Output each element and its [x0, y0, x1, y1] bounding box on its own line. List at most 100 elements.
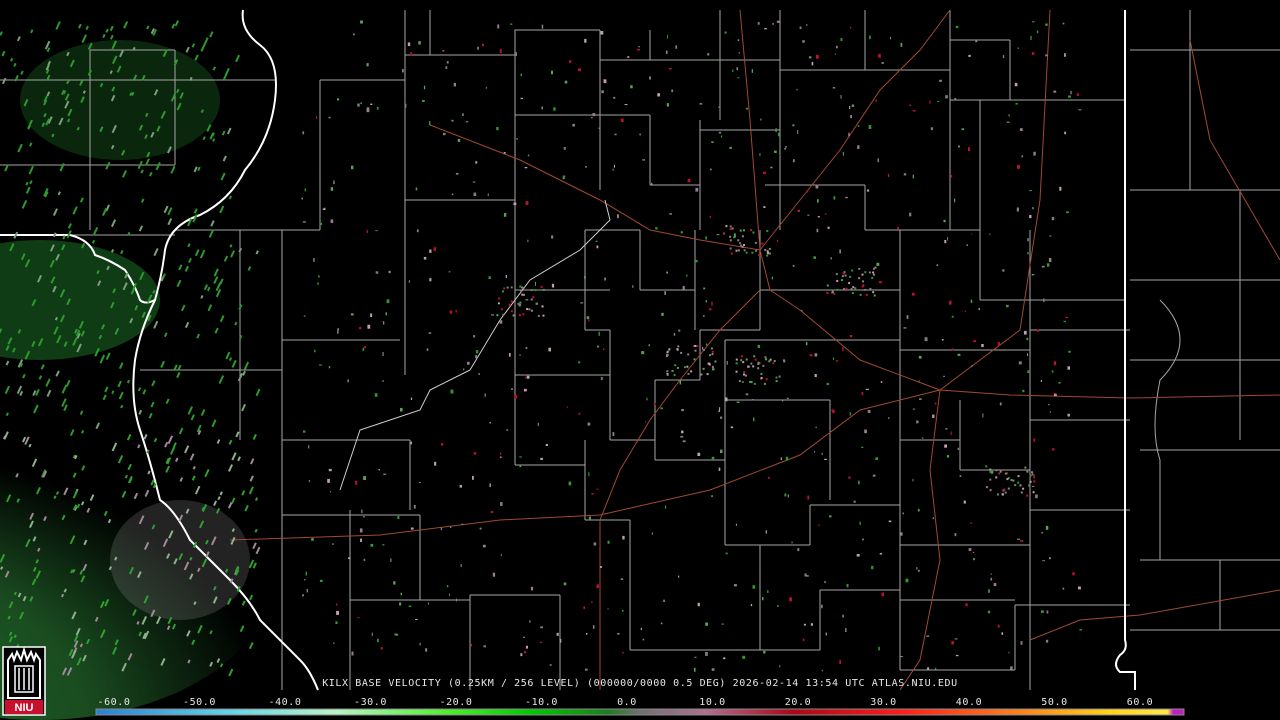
- echo-speckle: [929, 100, 931, 104]
- echo-speckle: [322, 208, 326, 210]
- echo-streak: [117, 380, 122, 388]
- echo-cluster-pixel: [537, 314, 540, 317]
- echo-cluster-pixel: [740, 244, 743, 247]
- echo-speckle: [578, 68, 581, 72]
- echo-speckle: [1053, 361, 1057, 366]
- echo-speckle: [814, 450, 816, 453]
- echo-streak: [167, 218, 173, 226]
- echo-speckle: [767, 590, 769, 593]
- echo-cluster-pixel: [989, 468, 992, 471]
- echo-speckle: [848, 132, 850, 137]
- echo-speckle: [563, 582, 567, 586]
- echo-cluster-pixel: [752, 231, 755, 234]
- echo-speckle: [566, 406, 569, 408]
- echo-speckle: [1027, 238, 1029, 242]
- echo-speckle: [423, 85, 426, 90]
- echo-streak: [33, 404, 39, 414]
- echo-streak: [216, 439, 221, 444]
- echo-speckle: [678, 575, 680, 578]
- echo-speckle: [348, 557, 351, 560]
- echo-speckle: [776, 239, 779, 242]
- echo-streak: [29, 180, 33, 185]
- echo-speckle: [836, 45, 838, 49]
- echo-streak: [209, 31, 214, 38]
- echo-speckle: [1064, 53, 1066, 57]
- echo-speckle: [336, 610, 339, 615]
- echo-speckle: [866, 189, 870, 192]
- echo-speckle: [578, 361, 581, 364]
- echo-streak: [81, 34, 88, 43]
- echo-cluster-pixel: [1029, 474, 1032, 477]
- echo-speckle: [709, 216, 712, 219]
- echo-speckle: [853, 500, 856, 503]
- echo-cluster-pixel: [741, 235, 744, 238]
- echo-speckle: [408, 605, 412, 608]
- echo-speckle: [428, 121, 431, 126]
- echo-speckle: [514, 395, 518, 399]
- echo-speckle: [965, 603, 968, 607]
- echo-speckle: [382, 380, 384, 382]
- echo-speckle: [917, 569, 920, 572]
- echo-speckle: [673, 333, 676, 336]
- echo-speckle: [621, 609, 624, 612]
- echo-speckle: [848, 476, 851, 479]
- echo-streak: [254, 497, 259, 502]
- echo-streak: [123, 21, 129, 29]
- echo-cluster-pixel: [852, 286, 855, 289]
- echo-speckle: [462, 113, 464, 117]
- echo-speckle: [429, 278, 432, 282]
- caption-bar: KILX BASE VELOCITY (0.25KM / 256 LEVEL) …: [0, 678, 1280, 689]
- echo-speckle: [393, 581, 396, 585]
- echo-cluster-pixel: [693, 358, 696, 361]
- echo-cluster-pixel: [772, 362, 775, 365]
- echo-streak: [194, 54, 199, 61]
- echo-streak: [118, 391, 124, 400]
- echo-speckle: [601, 90, 604, 94]
- echo-speckle: [738, 52, 740, 54]
- echo-streak: [5, 412, 9, 417]
- echo-speckle: [784, 148, 786, 150]
- echo-speckle: [473, 335, 476, 338]
- echo-speckle: [520, 73, 522, 77]
- echo-speckle: [1059, 186, 1062, 191]
- echo-speckle: [539, 641, 543, 643]
- echo-speckle: [1032, 21, 1035, 23]
- echo-speckle: [832, 410, 835, 414]
- echo-speckle: [782, 400, 784, 402]
- echo-streak: [79, 197, 84, 203]
- echo-cluster-pixel: [854, 287, 857, 290]
- echo-cluster-pixel: [754, 358, 757, 361]
- echo-speckle: [525, 201, 529, 205]
- echo-speckle: [709, 308, 712, 311]
- echo-speckle: [780, 457, 782, 460]
- echo-speckle: [1027, 353, 1028, 356]
- echo-speckle: [617, 632, 620, 635]
- echo-speckle: [535, 281, 536, 286]
- echo-speckle: [954, 638, 958, 640]
- echo-speckle: [404, 103, 407, 108]
- echo-cluster-pixel: [765, 378, 768, 381]
- echo-cluster-pixel: [842, 272, 845, 275]
- echo-speckle: [789, 597, 792, 602]
- echo-speckle: [302, 221, 306, 223]
- echo-cluster-pixel: [1031, 471, 1034, 474]
- echo-speckle: [604, 277, 606, 281]
- echo-cluster-pixel: [730, 252, 733, 255]
- echo-speckle: [966, 244, 968, 246]
- echo-streak: [175, 457, 179, 462]
- echo-speckle: [973, 558, 975, 561]
- echo-speckle: [954, 533, 957, 537]
- echo-cluster-pixel: [826, 292, 829, 294]
- echo-speckle: [1002, 269, 1005, 272]
- echo-speckle: [705, 622, 708, 626]
- echo-speckle: [867, 410, 871, 413]
- echo-speckle: [319, 364, 322, 366]
- echo-cluster-pixel: [735, 370, 738, 373]
- echo-speckle: [603, 79, 607, 84]
- echo-cluster-pixel: [1014, 484, 1017, 487]
- echo-speckle: [932, 414, 935, 418]
- echo-speckle: [601, 376, 603, 381]
- echo-speckle: [871, 565, 874, 570]
- echo-streak: [213, 276, 219, 285]
- colorbar-tick-label: -30.0: [353, 697, 388, 708]
